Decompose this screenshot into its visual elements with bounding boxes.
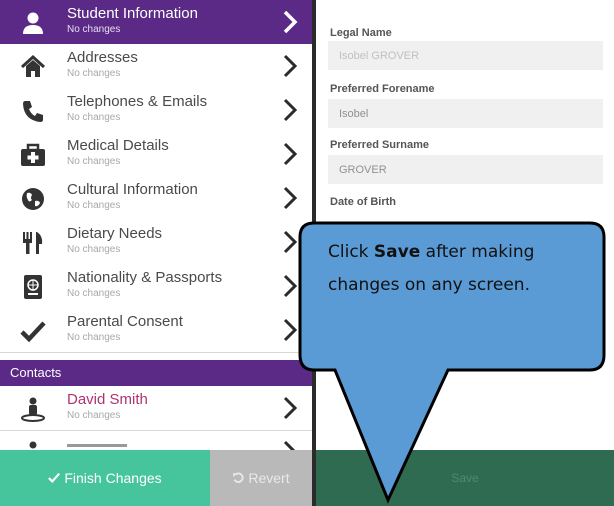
sidebar-item-contact-david-smith[interactable]: David Smith No changes <box>0 386 312 431</box>
sidebar-item-medical-details[interactable]: Medical Details No changes <box>0 132 312 177</box>
contact-person-icon <box>29 441 37 449</box>
check-icon <box>48 473 61 483</box>
sidebar-item-title: Telephones & Emails <box>67 93 208 110</box>
sidebar-item-title: Addresses <box>67 49 138 66</box>
sidebar-item-title: Cultural Information <box>67 181 198 198</box>
passport-icon <box>24 275 42 299</box>
finish-changes-button[interactable]: Finish Changes <box>0 450 210 506</box>
save-label: Save <box>451 471 479 485</box>
preferred-forename-label: Preferred Forename <box>330 83 435 95</box>
sidebar-item-title: David Smith <box>67 391 148 408</box>
sidebar-item-title: Dietary Needs <box>67 225 163 242</box>
check-icon <box>20 321 46 343</box>
chevron-right-icon <box>283 10 298 34</box>
chevron-right-icon <box>283 98 298 122</box>
contacts-header-label: Contacts <box>10 365 62 380</box>
sidebar-item-status: No changes <box>67 68 121 79</box>
home-icon <box>20 54 46 77</box>
student-information-form: Legal Name Isobel GROVER Preferred Foren… <box>316 0 614 450</box>
phone-icon <box>23 101 43 122</box>
sidebar-item-telephones-emails[interactable]: Telephones & Emails No changes <box>0 88 312 133</box>
revert-button[interactable]: Revert <box>210 450 312 506</box>
chevron-right-icon <box>283 230 298 254</box>
preferred-surname-value: GROVER <box>339 164 387 176</box>
finish-changes-label: Finish Changes <box>64 470 162 486</box>
sidebar-item-status: No changes <box>67 244 121 255</box>
date-of-birth-label: Date of Birth <box>330 196 396 208</box>
sidebar-item-addresses[interactable]: Addresses No changes <box>0 44 312 89</box>
sidebar-item-student-information[interactable]: Student Information No changes <box>0 0 312 44</box>
chevron-right-icon <box>283 142 298 166</box>
next-contact-partial-row <box>0 431 312 450</box>
sidebar-item-status: No changes <box>67 288 121 299</box>
sidebar-item-status: No changes <box>67 24 121 35</box>
revert-label: Revert <box>248 470 290 486</box>
chevron-right-icon <box>283 186 298 210</box>
sidebar-item-title: Medical Details <box>67 137 169 154</box>
sidebar-item-dietary-needs[interactable]: Dietary Needs No changes <box>0 220 312 265</box>
legal-name-label: Legal Name <box>330 27 392 39</box>
preferred-forename-field[interactable]: Isobel <box>328 99 603 128</box>
sidebar-item-title: Nationality & Passports <box>67 269 223 286</box>
callout-text: Click Save after making changes on any s… <box>328 236 593 302</box>
sidebar-item-nationality-passports[interactable]: Nationality & Passports No changes <box>0 264 312 309</box>
chevron-right-icon <box>283 318 298 342</box>
person-icon <box>23 12 43 34</box>
callout-text-before: Click <box>328 242 374 262</box>
sidebar-item-parental-consent[interactable]: Parental Consent No changes <box>0 308 312 353</box>
preferred-surname-label: Preferred Surname <box>330 139 430 151</box>
chevron-right-icon <box>283 274 298 298</box>
next-contact-name-fragment <box>67 444 127 447</box>
globe-icon <box>22 188 44 210</box>
sidebar-item-cultural-information[interactable]: Cultural Information No changes <box>0 176 312 221</box>
sidebar-item-status: No changes <box>67 200 121 211</box>
contacts-section-header: Contacts <box>0 360 312 386</box>
save-button[interactable]: Save <box>316 450 614 506</box>
chevron-right-icon <box>283 396 298 420</box>
legal-name-value: Isobel GROVER <box>339 50 420 62</box>
sidebar-item-status: No changes <box>67 332 121 343</box>
sidebar-item-status: No changes <box>67 112 121 123</box>
callout-text-bold: Save <box>373 242 421 262</box>
sidebar-item-title: Parental Consent <box>67 313 183 330</box>
legal-name-field: Isobel GROVER <box>328 41 603 70</box>
preferred-surname-field[interactable]: GROVER <box>328 155 603 184</box>
sidebar-item-status: No changes <box>67 156 121 167</box>
sidebar-item-title: Student Information <box>67 5 198 22</box>
sidebar: Student Information No changes Addresses… <box>0 0 312 506</box>
cutlery-icon <box>23 232 43 254</box>
contact-person-icon <box>21 397 45 422</box>
medical-kit-icon <box>21 143 45 166</box>
sidebar-item-status: No changes <box>67 410 121 421</box>
preferred-forename-value: Isobel <box>339 108 369 120</box>
undo-icon <box>233 472 244 483</box>
chevron-right-icon <box>283 54 298 78</box>
chevron-right-icon <box>283 440 296 450</box>
